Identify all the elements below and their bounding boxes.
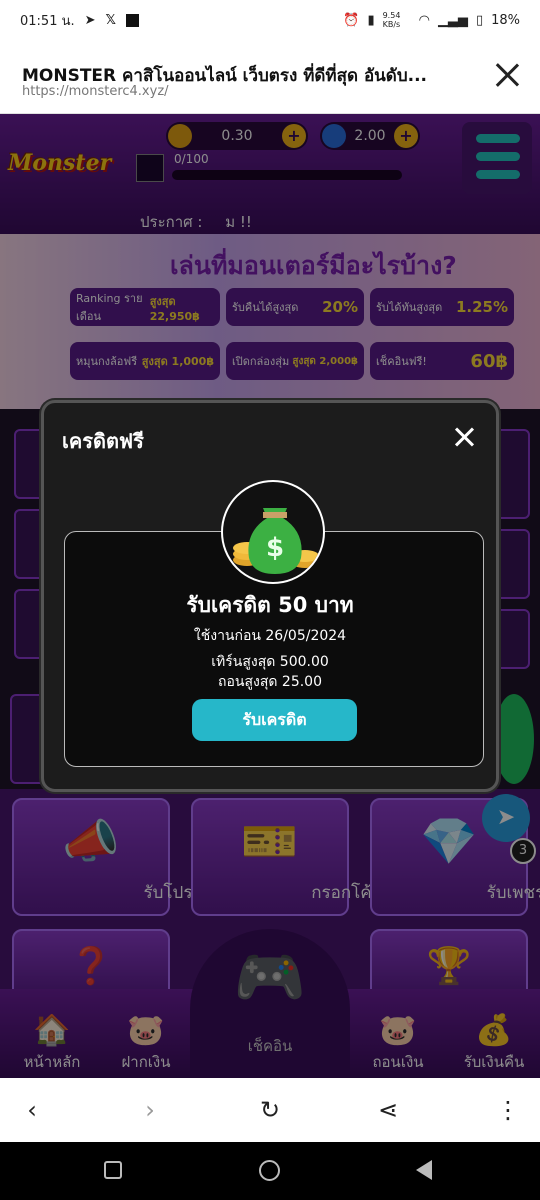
system-navigation-bar: [0, 1142, 540, 1200]
max-withdraw: ถอนสูงสุด 25.00: [217, 674, 322, 690]
expiry-date: ใช้งานก่อน 26/05/2024: [193, 628, 347, 644]
max-turnover: เทิร์นสูงสุด 500.00: [211, 654, 329, 670]
back-button[interactable]: ‹: [12, 1090, 52, 1130]
free-credit-modal: เครดิตฟรี $ รับเครดิต 50 บาท ใช้งานก่อน …: [41, 400, 499, 792]
reward-title: รับเครดิต 50 บาท: [186, 593, 354, 617]
browser-header: MONSTER คาสิโนออนไลน์ เว็บตรง ที่ดีที่สุ…: [0, 40, 540, 114]
modal-title: เครดิตฟรี: [62, 429, 144, 453]
page-url[interactable]: https://monsterc4.xyz/: [22, 84, 169, 99]
app-icon: [126, 13, 140, 27]
battery-level: 18%: [491, 12, 520, 28]
browser-toolbar: ‹ › ↻ ⋖ ⋮: [0, 1078, 540, 1142]
more-options-icon[interactable]: ⋮: [488, 1090, 528, 1130]
claim-credit-button[interactable]: รับเครดิต: [192, 699, 357, 741]
recents-button[interactable]: [104, 1161, 122, 1179]
refresh-icon[interactable]: ↻: [250, 1090, 290, 1130]
money-bag-icon: $: [221, 480, 325, 584]
clock: 01:51 น.: [20, 13, 75, 29]
home-button[interactable]: [259, 1160, 280, 1181]
wifi-icon: ◠: [418, 12, 430, 28]
back-nav-button[interactable]: [416, 1160, 432, 1180]
alarm-icon: ⏰: [343, 12, 360, 28]
x-icon: 𝕏: [105, 12, 117, 28]
forward-button[interactable]: ›: [130, 1090, 170, 1130]
close-icon[interactable]: [454, 427, 474, 447]
share-icon[interactable]: ⋖: [368, 1090, 408, 1130]
telegram-icon: ➤: [84, 12, 96, 28]
signal-icon: ▁▃▅: [437, 12, 468, 28]
close-tab-button[interactable]: [494, 62, 520, 88]
vibrate-icon: ▮: [367, 12, 375, 28]
status-bar: 01:51 น. ➤ 𝕏 ⏰ ▮ 9.54 KB/s ◠ ▁▃▅ ▯ 18%: [0, 0, 540, 40]
svg-text:$: $: [266, 533, 284, 563]
network-speed: 9.54 KB/s: [382, 11, 401, 29]
battery-icon: ▯: [475, 12, 484, 28]
